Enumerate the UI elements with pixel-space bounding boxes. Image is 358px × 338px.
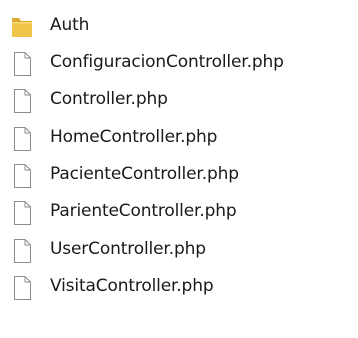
file-item-controller[interactable]: Controller.php [0,82,358,118]
file-item-user-controller[interactable]: UserController.php [0,232,358,268]
file-item-visita-controller[interactable]: VisitaController.php [0,269,358,305]
item-label: Controller.php [50,89,168,109]
item-label: HomeController.php [50,127,218,147]
file-icon [10,163,34,189]
item-label: PacienteController.php [50,164,239,184]
file-item-paciente-controller[interactable]: PacienteController.php [0,157,358,193]
folder-item-auth[interactable]: Auth [0,8,358,44]
file-icon [10,238,34,264]
file-icon [10,275,34,301]
file-item-pariente-controller[interactable]: ParienteController.php [0,194,358,230]
file-icon [10,51,34,77]
file-icon [10,200,34,226]
file-item-home-controller[interactable]: HomeController.php [0,120,358,156]
item-label: ConfiguracionController.php [50,52,284,72]
folder-icon [10,14,34,40]
file-item-configuracion-controller[interactable]: ConfiguracionController.php [0,45,358,81]
item-label: UserController.php [50,239,206,259]
item-label: ParienteController.php [50,201,237,221]
file-icon [10,88,34,114]
file-icon [10,126,34,152]
item-label: VisitaController.php [50,276,214,296]
item-label: Auth [50,15,90,35]
